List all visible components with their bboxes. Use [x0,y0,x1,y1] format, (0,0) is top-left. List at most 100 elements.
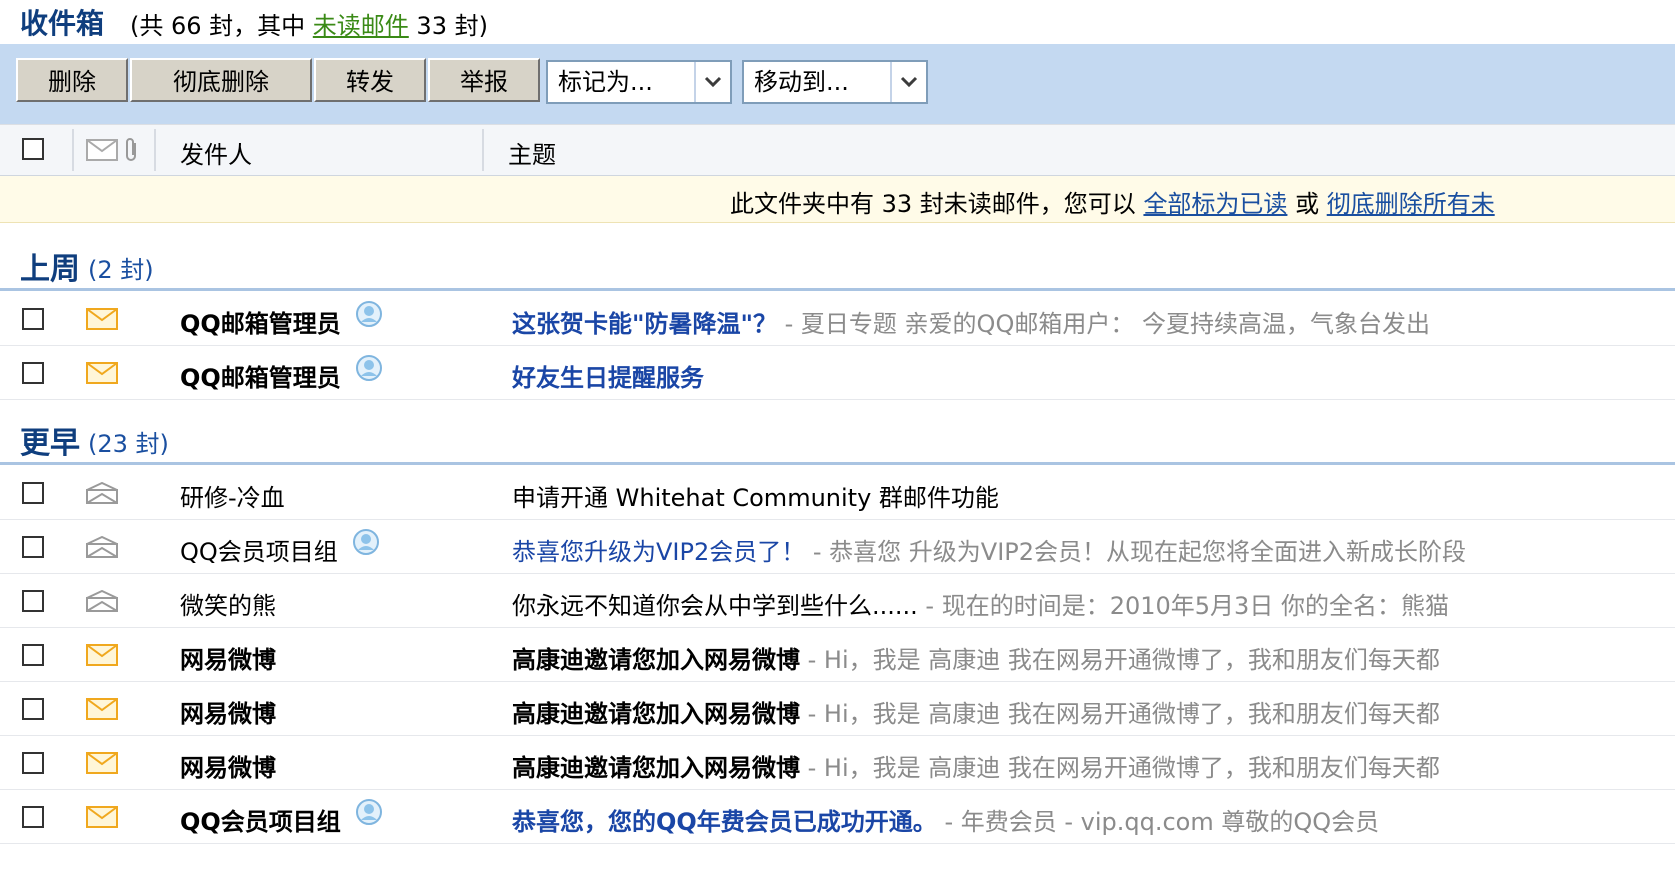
subject-text: 恭喜您升级为VIP2会员了！ [512,538,806,566]
subject-text: 恭喜您，您的QQ年费会员已成功开通。 [512,808,937,836]
row-checkbox[interactable] [22,806,44,828]
envelope-closed-icon [86,308,118,330]
subject-cell[interactable]: 恭喜您升级为VIP2会员了！ - 恭喜您 升级为VIP2会员！从现在起您将全面进… [512,532,1466,567]
qq-vip-badge-icon [352,528,380,556]
chevron-down-icon[interactable] [694,62,730,102]
subject-cell[interactable]: 好友生日提醒服务 [512,358,704,393]
column-divider [72,129,74,171]
subject-cell[interactable]: 你永远不知道你会从中学到些什么...... - 现在的时间是：2010年5月3日… [512,586,1449,621]
mark-as-select[interactable]: 标记为... [546,60,732,104]
sender-name: 微笑的熊 [180,592,276,620]
paperclip-icon [124,137,140,167]
envelope-open-icon [86,481,118,504]
subject-cell[interactable]: 申请开通 Whitehat Community 群邮件功能 [512,478,999,513]
envelope-open-icon [86,535,118,558]
move-to-label: 移动到... [754,68,849,96]
envelope-closed-icon [86,752,118,774]
row-checkbox[interactable] [22,536,44,558]
subject-text: 你永远不知道你会从中学到些什么...... [512,592,918,620]
sender-name: 研修-冷血 [180,484,285,512]
row-checkbox[interactable] [22,752,44,774]
mail-row[interactable]: 研修-冷血 申请开通 Whitehat Community 群邮件功能 [0,466,1675,520]
subject-cell[interactable]: 高康迪邀请您加入网易微博 - Hi，我是 高康迪 我在网易开通微博了，我和朋友们… [512,748,1440,783]
row-checkbox[interactable] [22,644,44,666]
subject-cell[interactable]: 恭喜您，您的QQ年费会员已成功开通。 - 年费会员 - vip.qq.com 尊… [512,802,1379,837]
envelope-closed-icon [86,362,118,384]
group-earlier: 更早 (23 封) [0,410,1675,465]
delete-all-unread-link[interactable]: 彻底删除所有未 [1327,190,1495,218]
mark-as-label: 标记为... [558,68,653,96]
subject-text: 申请开通 Whitehat Community 群邮件功能 [512,484,999,512]
preview-text: - Hi，我是 高康迪 我在网易开通微博了，我和朋友们每天都 [800,754,1440,782]
subject-text: 好友生日提醒服务 [512,364,704,392]
preview-text: - 年费会员 - vip.qq.com 尊敬的QQ会员 [936,808,1380,836]
notice-or: 或 [1287,190,1327,218]
group-title: 上周 [20,252,80,287]
unread-mail-link[interactable]: 未读邮件 [313,12,409,40]
summary-suffix: 33 封) [408,12,488,40]
move-to-select[interactable]: 移动到... [742,60,928,104]
sender-name: QQ会员项目组 [180,538,338,566]
qq-vip-badge-icon [355,300,383,328]
mail-row[interactable]: QQ会员项目组 恭喜您，您的QQ年费会员已成功开通。 - 年费会员 - vip.… [0,790,1675,844]
delete-button[interactable]: 删除 [16,58,128,102]
sender-name: QQ邮箱管理员 [180,364,341,392]
report-button[interactable]: 举报 [428,58,540,102]
mail-row[interactable]: QQ会员项目组 恭喜您升级为VIP2会员了！ - 恭喜您 升级为VIP2会员！从… [0,520,1675,574]
envelope-closed-icon [86,806,118,828]
column-header: 发件人 主题 [0,124,1675,176]
mail-row[interactable]: 网易微博 高康迪邀请您加入网易微博 - Hi，我是 高康迪 我在网易开通微博了，… [0,736,1675,790]
group-last-week: 上周 (2 封) [0,236,1675,291]
preview-text: - 夏日专题 亲爱的QQ邮箱用户： 今夏持续高温，气象台发出 [777,310,1430,338]
row-checkbox[interactable] [22,308,44,330]
sender-name: 网易微博 [180,646,276,674]
sender-name: 网易微博 [180,754,276,782]
chevron-down-icon[interactable] [890,62,926,102]
envelope-open-icon [86,589,118,612]
qq-vip-badge-icon [355,354,383,382]
notice-text: 此文件夹中有 33 封未读邮件，您可以 全部标为已读 或 彻底删除所有未 [730,184,1495,219]
mail-row[interactable]: 微笑的熊 你永远不知道你会从中学到些什么...... - 现在的时间是：2010… [0,574,1675,628]
column-divider [482,129,484,171]
summary-prefix: (共 66 封，其中 [130,12,313,40]
subject-text: 高康迪邀请您加入网易微博 [512,754,800,782]
mark-all-read-link[interactable]: 全部标为已读 [1143,190,1287,218]
envelope-header-icon [86,139,118,165]
delete-permanently-button[interactable]: 彻底删除 [130,58,312,102]
column-divider [154,129,156,171]
subject-text: 这张贺卡能"防暑降温"？ [512,310,778,338]
row-checkbox[interactable] [22,590,44,612]
preview-text: - 现在的时间是：2010年5月3日 你的全名：熊猫 [917,592,1449,620]
sender-name: QQ会员项目组 [180,808,341,836]
row-checkbox[interactable] [22,698,44,720]
envelope-closed-icon [86,644,118,666]
group-count: (2 封) [88,256,154,284]
subject-cell[interactable]: 这张贺卡能"防暑降温"？ - 夏日专题 亲爱的QQ邮箱用户： 今夏持续高温，气象… [512,304,1430,339]
select-all-checkbox[interactable] [22,138,44,160]
sender-name: 网易微博 [180,700,276,728]
subject-cell[interactable]: 高康迪邀请您加入网易微博 - Hi，我是 高康迪 我在网易开通微博了，我和朋友们… [512,640,1440,675]
qq-vip-badge-icon [355,798,383,826]
sender-name: QQ邮箱管理员 [180,310,341,338]
mail-row[interactable]: QQ邮箱管理员 这张贺卡能"防暑降温"？ - 夏日专题 亲爱的QQ邮箱用户： 今… [0,292,1675,346]
forward-button[interactable]: 转发 [314,58,426,102]
preview-text: - 恭喜您 升级为VIP2会员！从现在起您将全面进入新成长阶段 [805,538,1467,566]
mail-row[interactable]: 网易微博 高康迪邀请您加入网易微博 - Hi，我是 高康迪 我在网易开通微博了，… [0,682,1675,736]
preview-text: - Hi，我是 高康迪 我在网易开通微博了，我和朋友们每天都 [800,700,1440,728]
envelope-closed-icon [86,698,118,720]
mail-toolbar: 删除 彻底删除 转发 举报 标记为... 移动到... [0,44,1675,124]
group-count: (23 封) [88,430,169,458]
mail-row[interactable]: QQ邮箱管理员 好友生日提醒服务 [0,346,1675,400]
row-checkbox[interactable] [22,362,44,384]
group-title: 更早 [20,426,80,461]
subject-text: 高康迪邀请您加入网易微博 [512,700,800,728]
folder-header: 收件箱 (共 66 封，其中 未读邮件 33 封) [0,0,1675,44]
unread-notice: 此文件夹中有 33 封未读邮件，您可以 全部标为已读 或 彻底删除所有未 [0,176,1675,223]
sender-column-label[interactable]: 发件人 [180,135,252,170]
subject-cell[interactable]: 高康迪邀请您加入网易微博 - Hi，我是 高康迪 我在网易开通微博了，我和朋友们… [512,694,1440,729]
row-checkbox[interactable] [22,482,44,504]
mail-row[interactable]: 网易微博 高康迪邀请您加入网易微博 - Hi，我是 高康迪 我在网易开通微博了，… [0,628,1675,682]
subject-column-label[interactable]: 主题 [508,135,556,170]
preview-text: - Hi，我是 高康迪 我在网易开通微博了，我和朋友们每天都 [800,646,1440,674]
subject-text: 高康迪邀请您加入网易微博 [512,646,800,674]
